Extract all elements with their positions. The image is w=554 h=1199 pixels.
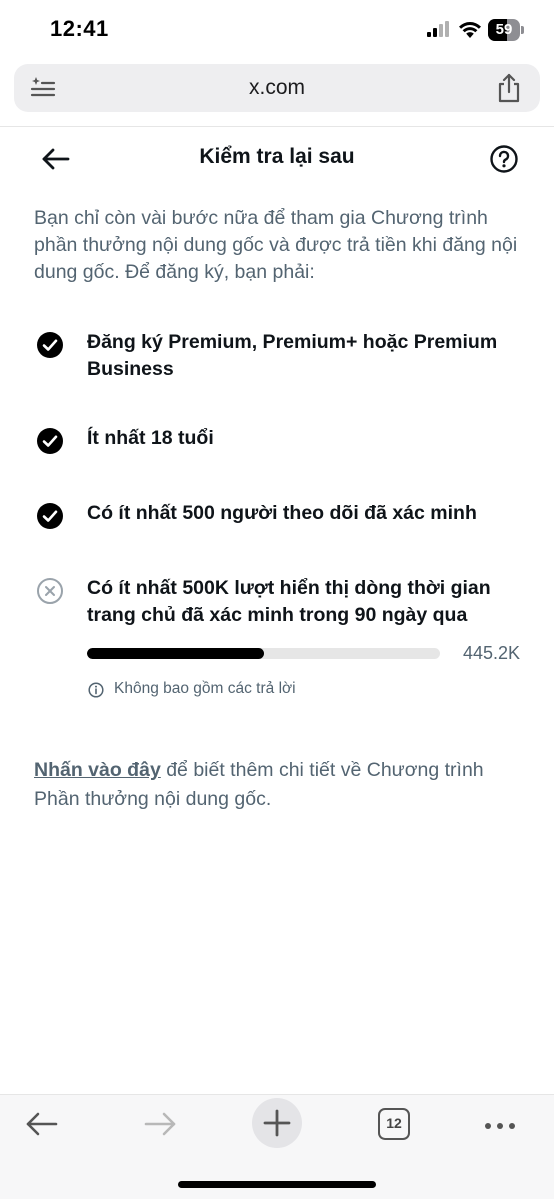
url-text[interactable]: x.com — [14, 76, 540, 100]
top-divider — [0, 126, 554, 127]
wifi-icon — [459, 22, 481, 38]
check-circle-icon — [37, 332, 63, 358]
tab-count: 12 — [386, 1115, 402, 1131]
address-bar[interactable]: x.com — [14, 64, 540, 112]
x-circle-icon — [37, 578, 63, 604]
help-icon — [490, 145, 518, 173]
info-icon — [88, 682, 104, 698]
progress-bar — [87, 648, 440, 659]
help-button[interactable] — [489, 144, 519, 174]
progress-fill — [87, 648, 264, 659]
requirement-label: Có ít nhất 500K lượt hiển thị dòng thời … — [87, 577, 491, 626]
details-link[interactable]: Nhấn vào đây — [34, 759, 161, 781]
battery-level: 59 — [495, 21, 513, 38]
new-tab-icon — [263, 1109, 291, 1137]
more-button[interactable] — [484, 1118, 516, 1136]
status-bar: 12:41 59 — [0, 0, 554, 60]
requirement-label: Ít nhất 18 tuổi — [87, 427, 214, 449]
intro-text: Bạn chỉ còn vài bước nữa để tham gia Chư… — [34, 207, 518, 283]
home-indicator — [178, 1181, 376, 1188]
status-time: 12:41 — [50, 16, 109, 41]
forward-icon — [144, 1112, 176, 1136]
more-icon — [485, 1123, 515, 1129]
new-tab-button[interactable] — [252, 1098, 302, 1148]
share-icon[interactable] — [496, 73, 522, 103]
back-icon — [26, 1112, 58, 1136]
browser-back-button[interactable] — [24, 1109, 60, 1144]
battery-icon: 59 — [488, 19, 524, 41]
footer-text: Nhấn vào đây để biết thêm chi tiết về Ch… — [34, 756, 524, 814]
check-circle-icon — [37, 428, 63, 454]
tabs-button[interactable]: 12 — [378, 1108, 410, 1140]
check-circle-icon — [37, 503, 63, 529]
requirement-label: Có ít nhất 500 người theo dõi đã xác min… — [87, 502, 477, 524]
page-title: Kiểm tra lại sau — [199, 145, 355, 168]
progress-value: 445.2K — [462, 643, 520, 663]
page: 12:41 59 x.com Kiểm tra lại sau Bạn chỉ … — [0, 0, 554, 1199]
progress-note: Không bao gồm các trả lời — [114, 680, 296, 697]
requirement-label: Đăng ký Premium, Premium+ hoặc Premium B… — [87, 331, 498, 380]
signal-icon — [427, 21, 449, 37]
browser-forward-button[interactable] — [142, 1109, 178, 1144]
